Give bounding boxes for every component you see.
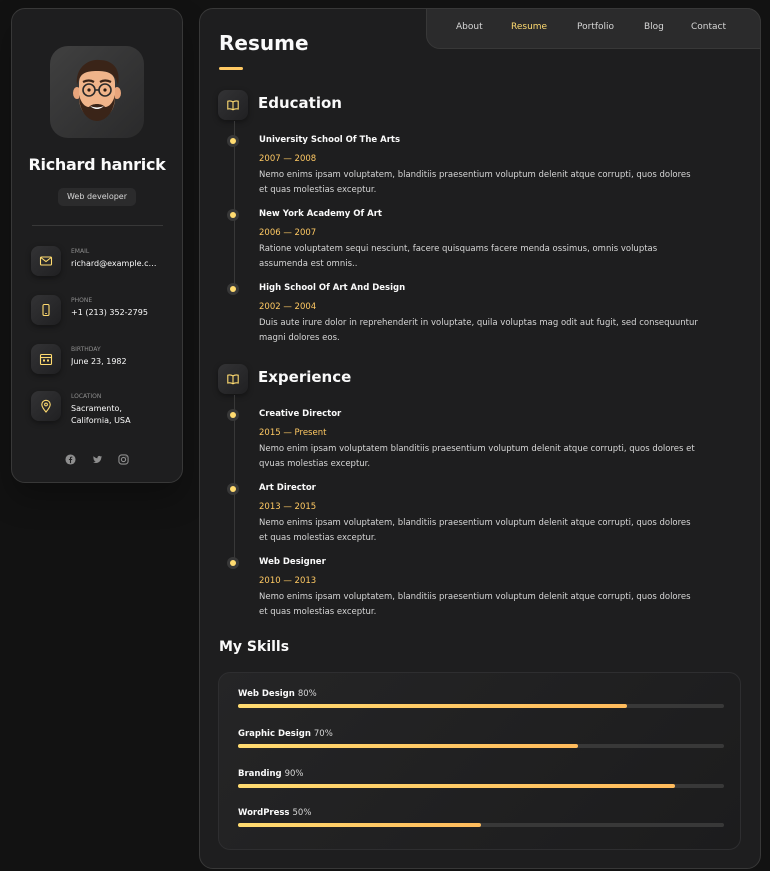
education-timeline-line bbox=[234, 121, 235, 289]
skill-name: Branding bbox=[238, 769, 282, 779]
skill-name: WordPress bbox=[238, 808, 290, 818]
skill-name: Graphic Design bbox=[238, 729, 311, 739]
contact-email: Email richard@example.com bbox=[31, 246, 181, 282]
sidebar-separator bbox=[32, 225, 163, 226]
nav-blog[interactable]: Blog bbox=[644, 22, 664, 32]
education-item-text: Nemo enims ipsam voluptatem, blanditiis … bbox=[259, 170, 691, 195]
skill-value: 90% bbox=[284, 769, 304, 779]
book-icon bbox=[218, 90, 248, 120]
skill-progress-track bbox=[238, 744, 724, 748]
social-links bbox=[12, 449, 182, 469]
experience-item-date: 2010 — 2013 bbox=[259, 576, 317, 586]
experience-item-date: 2013 — 2015 bbox=[259, 502, 317, 512]
avatar-memoji-icon bbox=[73, 59, 121, 121]
contact-phone-link[interactable]: +1 (213) 352-2795 bbox=[71, 307, 161, 319]
contact-birthday-label: Birthday bbox=[71, 346, 101, 353]
skill-name: Web Design bbox=[238, 689, 295, 699]
avatar bbox=[50, 46, 144, 138]
experience-item-text: Nemo enims ipsam voluptatem, blanditiis … bbox=[259, 592, 691, 617]
education-item-date: 2007 — 2008 bbox=[259, 154, 317, 164]
education-item-name: University School Of The Arts bbox=[259, 135, 401, 145]
location-pin-icon bbox=[31, 391, 61, 421]
education-item-text: Duis aute irure dolor in reprehenderit i… bbox=[259, 318, 698, 343]
skill-item: WordPress 50% bbox=[238, 808, 724, 838]
book-icon bbox=[218, 364, 248, 394]
skill-value: 80% bbox=[297, 689, 317, 699]
education-item-date: 2002 — 2004 bbox=[259, 302, 317, 312]
skill-item: Branding 90% bbox=[238, 769, 724, 799]
timeline-dot bbox=[230, 212, 236, 218]
phone-icon bbox=[31, 295, 61, 325]
experience-timeline-line bbox=[234, 395, 235, 563]
timeline-dot bbox=[230, 138, 236, 144]
skill-item: Web Design 80% bbox=[238, 689, 724, 719]
instagram-icon[interactable] bbox=[117, 450, 129, 469]
skill-progress-track bbox=[238, 784, 724, 788]
timeline-dot bbox=[230, 286, 236, 292]
skill-item: Graphic Design 70% bbox=[238, 729, 724, 759]
experience-title: Experience bbox=[258, 368, 352, 386]
nav-about[interactable]: About bbox=[456, 22, 483, 32]
skill-value: 50% bbox=[292, 808, 312, 818]
education-item-name: High School Of Art And Design bbox=[259, 283, 406, 293]
experience-item-text: Nemo enims ipsam voluptatem, blanditiis … bbox=[259, 518, 691, 543]
mail-icon bbox=[31, 246, 61, 276]
education-item-date: 2006 — 2007 bbox=[259, 228, 317, 238]
skill-progress-fill bbox=[238, 784, 676, 788]
calendar-icon bbox=[31, 344, 61, 374]
contact-email-link[interactable]: richard@example.com bbox=[71, 258, 161, 270]
skill-progress-fill bbox=[238, 823, 481, 827]
contact-email-label: Email bbox=[71, 248, 90, 255]
main-panel: About Resume Portfolio Blog Contact Resu… bbox=[199, 8, 761, 869]
experience-item-name: Web Designer bbox=[259, 557, 326, 567]
experience-item-date: 2015 — Present bbox=[259, 428, 327, 438]
skill-progress-fill bbox=[238, 744, 579, 748]
navbar: About Resume Portfolio Blog Contact bbox=[426, 8, 761, 49]
nav-portfolio[interactable]: Portfolio bbox=[577, 22, 614, 32]
skills-title: My Skills bbox=[219, 639, 290, 655]
education-item-text: Ratione voluptatem sequi nesciunt, facer… bbox=[259, 244, 658, 269]
skill-progress-track bbox=[238, 704, 724, 708]
contact-location-label: Location bbox=[71, 393, 102, 400]
experience-item-name: Creative Director bbox=[259, 409, 342, 419]
timeline-dot bbox=[230, 412, 236, 418]
education-title: Education bbox=[258, 94, 342, 112]
twitter-icon[interactable] bbox=[92, 450, 103, 469]
contact-phone: Phone +1 (213) 352-2795 bbox=[31, 295, 181, 331]
contact-birthday: Birthday June 23, 1982 bbox=[31, 344, 181, 380]
experience-item-name: Art Director bbox=[259, 483, 316, 493]
profile-name: Richard hanrick bbox=[28, 155, 166, 174]
contact-birthday-value: June 23, 1982 bbox=[71, 357, 127, 366]
profile-role-badge: Web developer bbox=[58, 188, 136, 206]
skill-value: 70% bbox=[313, 729, 333, 739]
contact-location: Location Sacramento, California, USA bbox=[31, 391, 181, 427]
education-item-name: New York Academy Of Art bbox=[259, 209, 382, 219]
contact-phone-label: Phone bbox=[71, 297, 93, 304]
experience-item-text: Nemo enim ipsam voluptatem blanditiis pr… bbox=[259, 444, 695, 469]
page-title: Resume bbox=[219, 31, 309, 55]
sidebar: Richard hanrick Web developer Email rich… bbox=[11, 8, 183, 483]
timeline-dot bbox=[230, 486, 236, 492]
title-underline bbox=[219, 67, 243, 70]
nav-contact[interactable]: Contact bbox=[691, 22, 726, 32]
contact-location-value: Sacramento, California, USA bbox=[71, 404, 131, 425]
skill-progress-fill bbox=[238, 704, 627, 708]
skills-list: Web Design 80% Graphic Design 70% Branding… bbox=[218, 672, 741, 850]
nav-resume[interactable]: Resume bbox=[511, 22, 547, 32]
skill-progress-track bbox=[238, 823, 724, 827]
timeline-dot bbox=[230, 560, 236, 566]
facebook-icon[interactable] bbox=[65, 450, 76, 469]
